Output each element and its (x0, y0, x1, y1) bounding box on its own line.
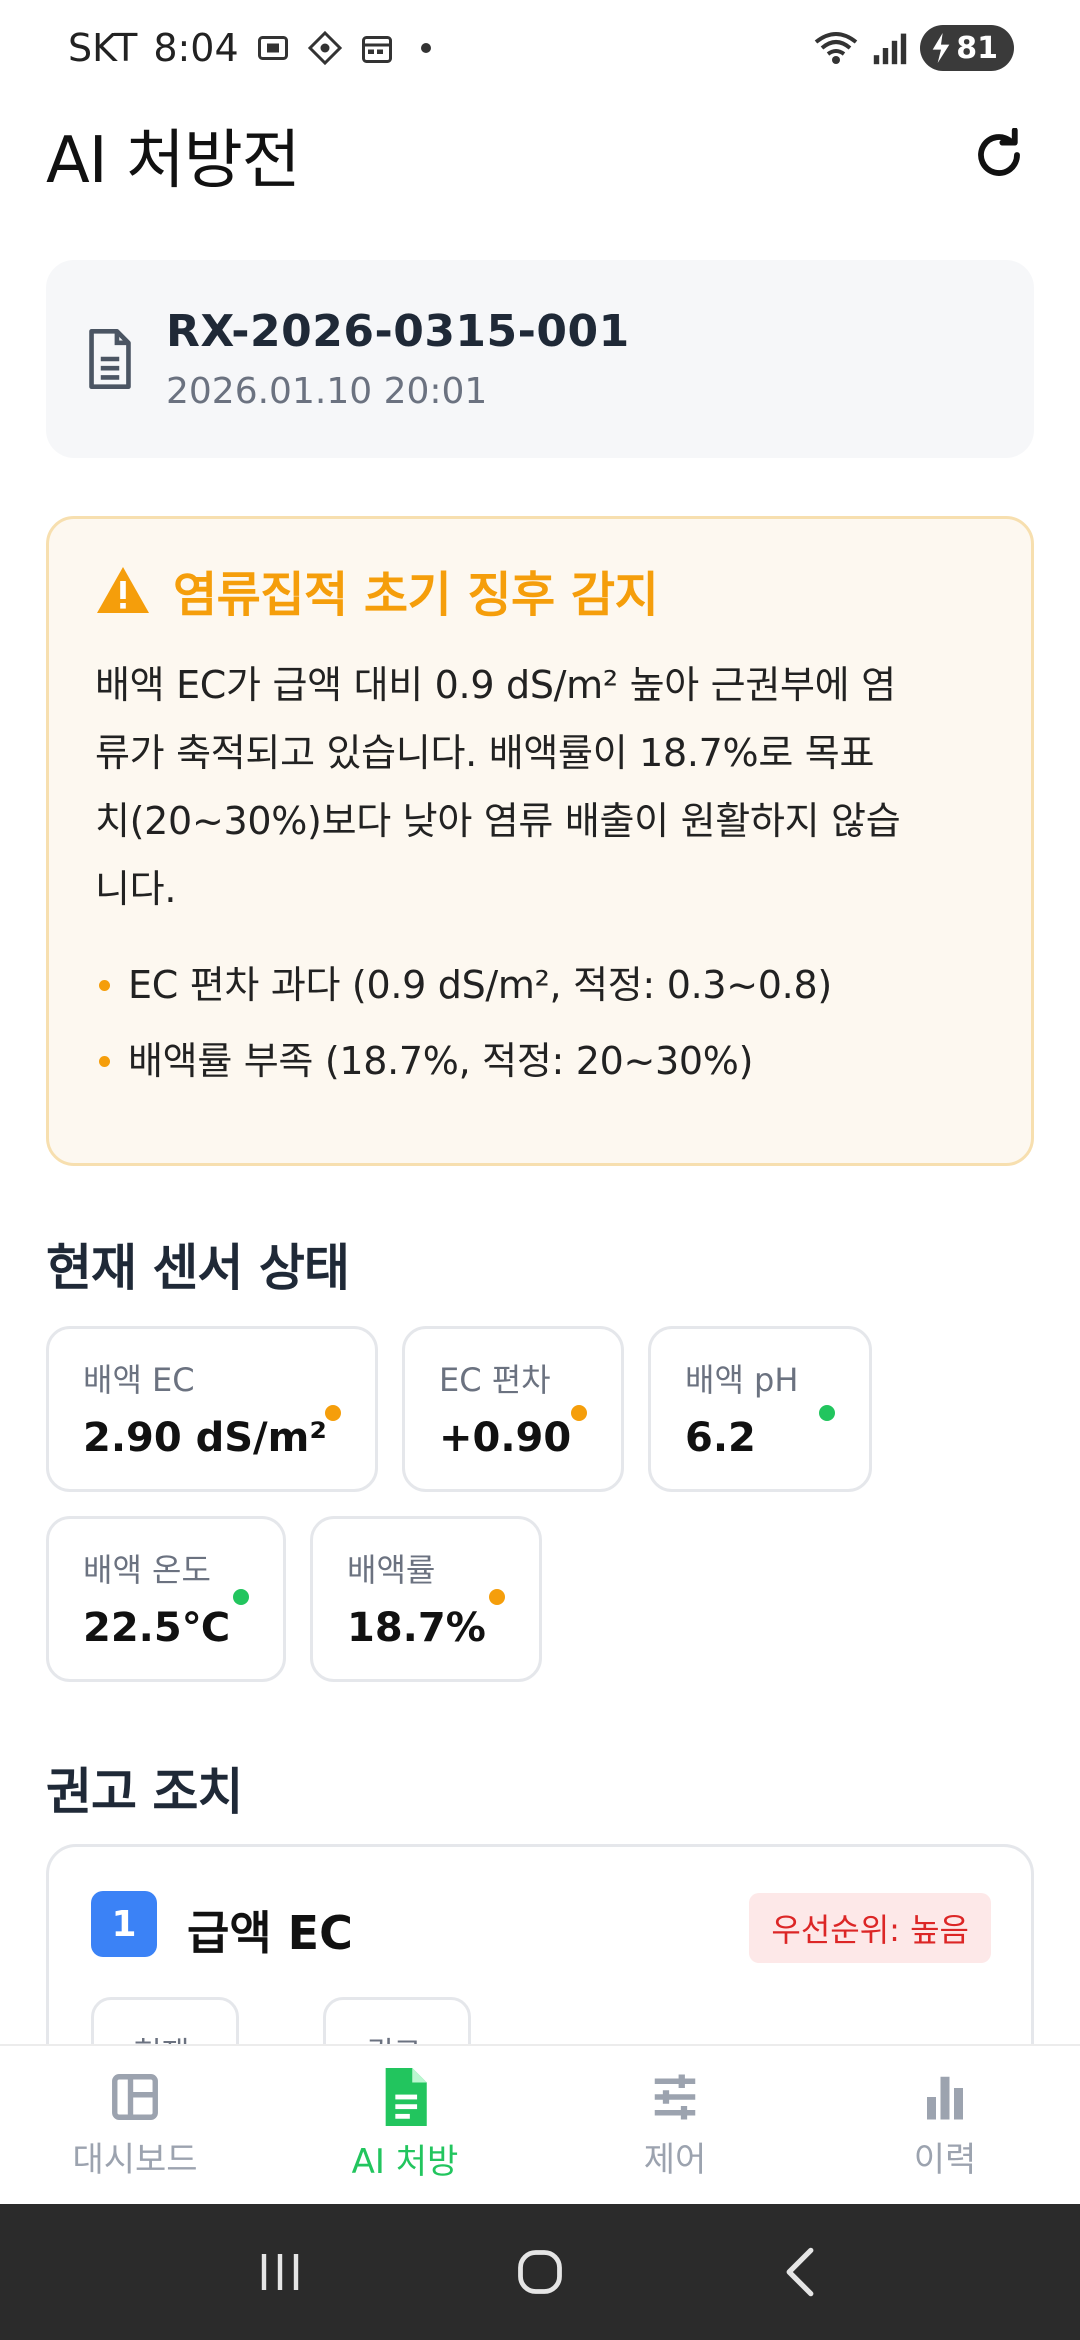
nav-label: AI 처방 (351, 2141, 459, 2182)
alert-bullet-text: EC 편차 과다 (0.9 dS/m², 적정: 0.3~0.8) (128, 963, 832, 1007)
warning-icon (97, 567, 149, 613)
nav-label: 제어 (643, 2139, 707, 2180)
sensor-value: 18.7% (347, 1605, 486, 1651)
home-button[interactable] (500, 2232, 580, 2312)
screenshot-icon (257, 36, 288, 60)
nav-label: 대시보드 (72, 2139, 198, 2180)
recommendation-number: 1 (91, 1891, 157, 1957)
system-navigation-bar (0, 2204, 1080, 2340)
priority-badge: 우선순위: 높음 (749, 1893, 991, 1963)
clock: 8:04 (153, 26, 239, 70)
status-dot-warning (325, 1405, 341, 1421)
alert-description: 배액 EC가 급액 대비 0.9 dS/m² 높아 근권부에 염 류가 축적되고… (95, 651, 985, 923)
home-icon (518, 2250, 562, 2294)
notification-dot (420, 43, 431, 53)
sensor-card-ec-deviation[interactable]: EC 편차 +0.90 (402, 1326, 624, 1492)
prescription-icon (385, 2067, 427, 2126)
sensor-value: 22.5℃ (83, 1605, 231, 1651)
page-title: AI 처방전 (46, 124, 301, 198)
vpn-icon (307, 30, 342, 66)
status-dot-warning (489, 1589, 505, 1605)
battery-charging-icon (932, 33, 950, 63)
bar-chart-icon (927, 2076, 963, 2119)
sensor-section-title: 현재 센서 상태 (46, 1239, 350, 1297)
sensor-label: 배액 온도 (83, 1551, 211, 1589)
status-dot-normal (233, 1589, 249, 1605)
recent-apps-icon (261, 2254, 299, 2290)
alert-title: 염류집적 초기 징후 감지 (173, 567, 659, 623)
wifi-icon (815, 32, 858, 64)
alert-line: 류가 축적되고 있습니다. 배액률이 18.7%로 목표 (95, 731, 875, 775)
sensor-value: 2.90 dS/m² (83, 1415, 327, 1461)
document-icon (89, 329, 131, 389)
dashboard-icon (112, 2073, 158, 2120)
nav-label: 이력 (913, 2139, 977, 2180)
alert-bullet-item: EC 편차 과다 (0.9 dS/m², 적정: 0.3~0.8) (95, 947, 985, 1023)
sensor-value: 6.2 (685, 1415, 756, 1461)
sensor-label: EC 편차 (439, 1361, 551, 1399)
recommendation-section-title: 권고 조치 (46, 1763, 243, 1821)
calendar-icon (361, 36, 392, 63)
alert-line: 배액 EC가 급액 대비 0.9 dS/m² 높아 근권부에 염 (95, 663, 896, 707)
recommendation-title: 급액 EC (187, 1906, 353, 1960)
prescription-card[interactable]: RX-2026-0315-001 2026.01.10 20:01 (46, 260, 1034, 458)
sensor-card-drain-temp[interactable]: 배액 온도 22.5℃ (46, 1516, 286, 1682)
sensor-card-drain-ec[interactable]: 배액 EC 2.90 dS/m² (46, 1326, 378, 1492)
carrier-label: SKT (68, 26, 138, 70)
alert-card: 염류집적 초기 징후 감지 배액 EC가 급액 대비 0.9 dS/m² 높아 … (46, 516, 1034, 1166)
battery-indicator: 81 (920, 25, 1014, 71)
signal-icon (874, 33, 907, 65)
refresh-icon (978, 128, 1020, 176)
sensor-label: 배액 pH (685, 1361, 799, 1399)
bullet-dot (99, 1055, 110, 1067)
app-header: AI 처방전 (0, 100, 1080, 210)
alert-bullet-list: EC 편차 과다 (0.9 dS/m², 적정: 0.3~0.8) 배액률 부족… (95, 947, 985, 1099)
prescription-id: RX-2026-0315-001 (166, 306, 630, 357)
recent-apps-button[interactable] (240, 2232, 320, 2312)
alert-bullet-item: 배액률 부족 (18.7%, 적정: 20~30%) (95, 1023, 985, 1099)
status-dot-warning (571, 1405, 587, 1421)
refresh-button[interactable] (964, 120, 1034, 190)
status-dot-normal (819, 1405, 835, 1421)
sensor-card-drain-ph[interactable]: 배액 pH 6.2 (648, 1326, 872, 1492)
nav-item-dashboard[interactable]: 대시보드 (0, 2046, 270, 2204)
back-button[interactable] (760, 2232, 840, 2312)
sensor-card-drain-rate[interactable]: 배액률 18.7% (310, 1516, 542, 1682)
sensor-label: 배액 EC (83, 1361, 195, 1399)
nav-item-control[interactable]: 제어 (540, 2046, 810, 2204)
status-bar: SKT 8:04 81 (0, 0, 1080, 96)
bullet-dot (99, 979, 110, 991)
prescription-date: 2026.01.10 20:01 (166, 371, 488, 412)
sliders-icon (654, 2074, 696, 2119)
battery-level: 81 (956, 30, 998, 66)
bottom-navigation: 대시보드 AI 처방 제어 이력 (0, 2044, 1080, 2204)
alert-line: 니다. (95, 867, 177, 911)
nav-item-ai-prescription[interactable]: AI 처방 (270, 2046, 540, 2204)
nav-item-history[interactable]: 이력 (810, 2046, 1080, 2204)
back-icon (786, 2247, 814, 2297)
alert-bullet-text: 배액률 부족 (18.7%, 적정: 20~30%) (128, 1039, 754, 1083)
alert-line: 치(20~30%)보다 낮아 염류 배출이 원활하지 않습 (95, 799, 901, 843)
sensor-value: +0.90 (439, 1415, 572, 1461)
sensor-label: 배액률 (347, 1551, 436, 1589)
